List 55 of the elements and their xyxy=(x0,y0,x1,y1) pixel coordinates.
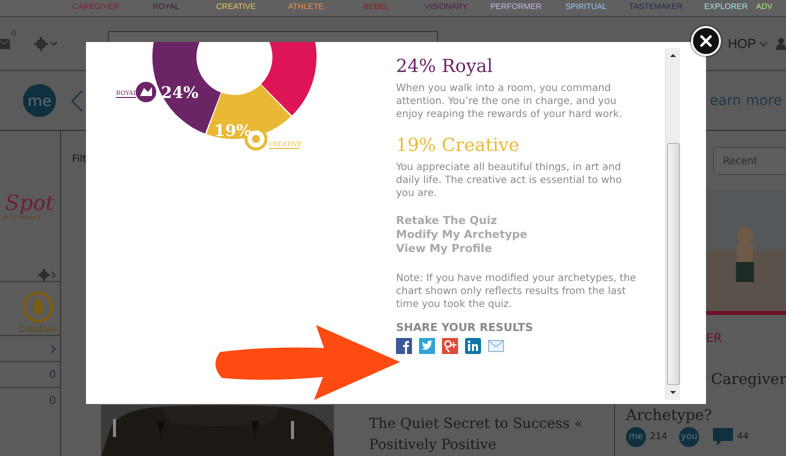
card-title[interactable]: Caregiver xyxy=(711,370,786,388)
count-value: 0 xyxy=(49,394,56,407)
twitter-icon[interactable] xyxy=(419,338,435,354)
learn-more-link[interactable]: earn more xyxy=(710,92,782,108)
result-description: You appreciate all beautiful things, in art and daily life. The creative act is essential to who you are. xyxy=(396,161,623,200)
linkedin-icon[interactable] xyxy=(465,338,481,354)
result-link[interactable]: View My Profile xyxy=(396,242,492,256)
person-icon[interactable] xyxy=(776,38,786,50)
nav-link[interactable]: VISIONARY xyxy=(411,0,481,16)
caret-icon[interactable] xyxy=(759,40,768,46)
menu-button[interactable]: HOP xyxy=(728,36,756,51)
close-button[interactable] xyxy=(691,26,721,56)
filter-label: Filt xyxy=(72,154,87,165)
mail-icon[interactable] xyxy=(0,38,10,48)
result-description: When you walk into a room, you command attention. You’re the one in charge, and you enjoy reaping the rewards of your hard work. xyxy=(396,82,624,121)
archetype-label: Creative xyxy=(18,325,56,335)
caret-icon xyxy=(50,41,58,46)
share-heading: SHARE YOUR RESULTS xyxy=(396,321,534,334)
google-plus-icon[interactable] xyxy=(442,338,458,354)
comment-icon[interactable] xyxy=(713,428,734,446)
close-icon xyxy=(700,35,712,47)
mail-icon[interactable] xyxy=(488,338,504,354)
nav-link[interactable]: ADV xyxy=(756,0,772,16)
count-value: 0 xyxy=(49,368,56,381)
result-link[interactable]: Retake The Quiz xyxy=(396,214,497,228)
scrollbar[interactable] xyxy=(665,48,680,400)
nav-link[interactable]: TASTEMAKER xyxy=(621,0,691,16)
article-title[interactable]: The Quiet Secret to Success « Positively Positive xyxy=(369,405,599,456)
card-title[interactable]: Archetype? xyxy=(626,406,786,424)
nav-link[interactable]: PERFORMER xyxy=(481,0,551,16)
category-tag[interactable]: ER xyxy=(706,331,786,345)
me-count: 214 xyxy=(650,432,668,442)
chevron-icon xyxy=(51,271,56,279)
nav-link[interactable]: ROYAL xyxy=(131,0,201,16)
you-badge[interactable]: you xyxy=(679,427,700,447)
facebook-icon[interactable] xyxy=(396,338,412,354)
nav-link[interactable]: CREATIVE xyxy=(201,0,271,16)
logo-text: Spot xyxy=(5,191,54,215)
result-link[interactable]: Modify My Archetype xyxy=(396,228,528,242)
settings-button[interactable] xyxy=(34,36,58,50)
result-heading: 19% Creative xyxy=(396,135,520,157)
chevron-icon[interactable] xyxy=(50,344,56,354)
chart-value: 19% xyxy=(214,121,252,140)
settings-button[interactable] xyxy=(38,269,56,281)
nav-link[interactable]: CAREGIVER xyxy=(61,0,131,16)
result-heading: 24% Royal xyxy=(396,56,494,78)
creative-emblem-icon xyxy=(22,291,54,323)
me-logo[interactable]: me xyxy=(23,84,56,117)
nav-link[interactable]: REBEL xyxy=(341,0,411,16)
comment-count: 44 xyxy=(737,432,749,442)
me-badge[interactable]: me xyxy=(626,427,646,447)
nav-link[interactable]: SPIRITUAL xyxy=(551,0,621,16)
nav-link[interactable]: ATHLETE xyxy=(271,0,341,16)
note-text: Note: If you have modified your archetypes, the chart shown only reflects results from the last time you took the quiz. xyxy=(396,272,638,311)
chart-value: 24% xyxy=(161,83,198,102)
